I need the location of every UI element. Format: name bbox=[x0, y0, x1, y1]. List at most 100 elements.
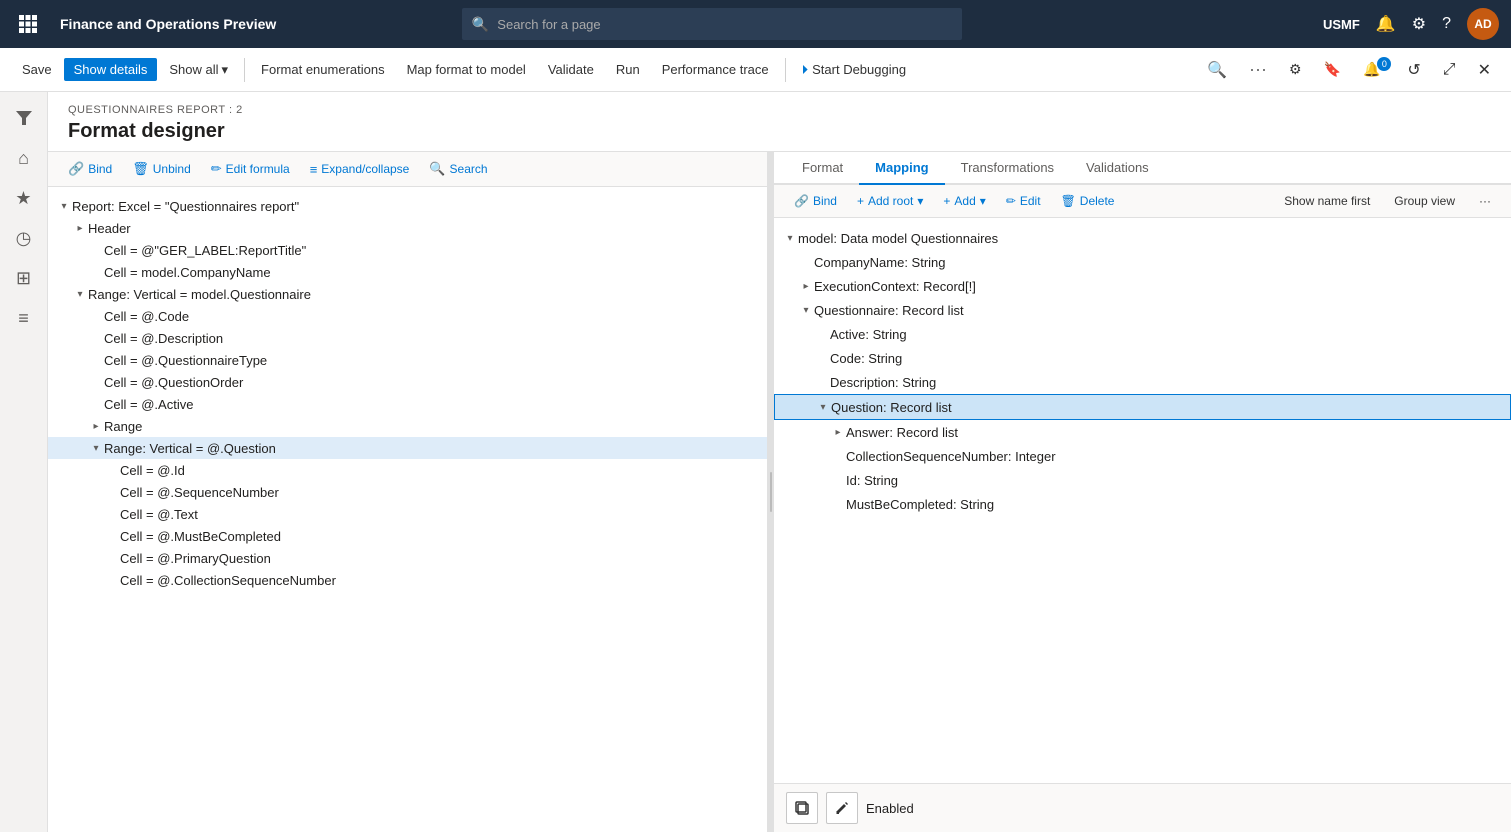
tree-item-root[interactable]: ▾Report: Excel = "Questionnaires report" bbox=[48, 195, 767, 217]
nav-grid-icon[interactable] bbox=[12, 8, 44, 40]
model-item-id-string[interactable]: Id: String bbox=[774, 468, 1511, 492]
sidebar-recent-icon[interactable]: ◷ bbox=[6, 220, 42, 256]
show-details-button[interactable]: Show details bbox=[64, 58, 158, 81]
tree-item-range-results-group[interactable]: ▸Range bbox=[48, 415, 767, 437]
model-item-active[interactable]: Active: String bbox=[774, 322, 1511, 346]
search-input[interactable] bbox=[497, 17, 952, 32]
tree-item-cell-report-title[interactable]: Cell = @"GER_LABEL:ReportTitle" bbox=[48, 239, 767, 261]
help-icon[interactable]: ? bbox=[1442, 15, 1451, 33]
sidebar-filter-icon[interactable] bbox=[6, 100, 42, 136]
model-item-answer[interactable]: ▸Answer: Record list bbox=[774, 420, 1511, 444]
tab-mapping[interactable]: Mapping bbox=[859, 152, 944, 185]
map-format-to-model-button[interactable]: Map format to model bbox=[397, 58, 536, 81]
bind-button[interactable]: 🔗 Bind bbox=[60, 158, 120, 180]
model-item-model-root[interactable]: ▾model: Data model Questionnaires bbox=[774, 226, 1511, 250]
format-enumerations-button[interactable]: Format enumerations bbox=[251, 58, 395, 81]
enabled-label: Enabled bbox=[866, 801, 914, 816]
expand-icon[interactable]: ▸ bbox=[88, 418, 104, 434]
tab-validations[interactable]: Validations bbox=[1070, 152, 1165, 185]
model-bind-button[interactable]: 🔗 Bind bbox=[786, 191, 845, 211]
more-options-button[interactable]: ··· bbox=[1471, 191, 1499, 211]
tree-item-cell-id[interactable]: Cell = @.Id bbox=[48, 459, 767, 481]
user-avatar[interactable]: AD bbox=[1467, 8, 1499, 40]
tree-item-range-question[interactable]: ▾Range: Vertical = @.Question bbox=[48, 437, 767, 459]
tree-item-cell-sequence-number[interactable]: Cell = @.SequenceNumber bbox=[48, 481, 767, 503]
model-expand-icon[interactable]: ▸ bbox=[798, 278, 814, 294]
sidebar-workspaces-icon[interactable]: ⊞ bbox=[6, 260, 42, 296]
tree-item-cell-text[interactable]: Cell = @.Text bbox=[48, 503, 767, 525]
delete-button[interactable]: 🗑 Delete bbox=[1053, 191, 1123, 211]
model-item-description[interactable]: Description: String bbox=[774, 370, 1511, 394]
expand-icon[interactable]: ▾ bbox=[72, 286, 88, 302]
toolbar-bookmark-button[interactable]: 🔖 bbox=[1316, 57, 1349, 82]
debug-icon: ⏵ bbox=[802, 62, 809, 78]
expand-collapse-icon: ≡ bbox=[310, 162, 318, 177]
edit-bottom-button[interactable] bbox=[826, 792, 858, 824]
toolbar-expand-button[interactable]: ⤢ bbox=[1435, 57, 1464, 83]
toolbar-settings-button[interactable]: ⚙ bbox=[1281, 57, 1310, 82]
notification-icon[interactable]: 🔔 bbox=[1376, 14, 1396, 34]
model-expand-icon[interactable]: ▾ bbox=[798, 302, 814, 318]
sidebar-favorites-icon[interactable]: ★ bbox=[6, 180, 42, 216]
model-expand-icon[interactable]: ▸ bbox=[830, 424, 846, 440]
performance-trace-button[interactable]: Performance trace bbox=[652, 58, 779, 81]
add-button[interactable]: + Add ▾ bbox=[935, 191, 993, 211]
model-item-collection-seq[interactable]: CollectionSequenceNumber: Integer bbox=[774, 444, 1511, 468]
model-expand-icon[interactable]: ▾ bbox=[815, 399, 831, 415]
save-button[interactable]: Save bbox=[12, 58, 62, 81]
model-item-question-record-list[interactable]: ▾Question: Record list bbox=[774, 394, 1511, 420]
toolbar-separator-1 bbox=[244, 58, 245, 82]
model-item-code[interactable]: Code: String bbox=[774, 346, 1511, 370]
toolbar-search-button[interactable]: 🔍 bbox=[1199, 56, 1235, 84]
tree-item-cell-must-be-completed[interactable]: Cell = @.MustBeCompleted bbox=[48, 525, 767, 547]
edit-button[interactable]: ✏ Edit bbox=[998, 191, 1049, 211]
sidebar-home-icon[interactable]: ⌂ bbox=[6, 140, 42, 176]
tree-item-cell-active[interactable]: Cell = @.Active bbox=[48, 393, 767, 415]
toolbar-refresh-button[interactable]: ↺ bbox=[1399, 56, 1428, 84]
group-view-button[interactable]: Group view bbox=[1386, 191, 1463, 211]
tree-item-cell-code[interactable]: Cell = @.Code bbox=[48, 305, 767, 327]
tree-item-cell-company-name[interactable]: Cell = model.CompanyName bbox=[48, 261, 767, 283]
model-item-execution-context[interactable]: ▸ExecutionContext: Record[!] bbox=[774, 274, 1511, 298]
search-icon: 🔍 bbox=[429, 161, 445, 177]
show-all-button[interactable]: Show all ▾ bbox=[159, 58, 238, 82]
tree-item-cell-description[interactable]: Cell = @.Description bbox=[48, 327, 767, 349]
expand-icon[interactable]: ▾ bbox=[56, 198, 72, 214]
tree-item-text: Range: Vertical = @.Question bbox=[104, 441, 759, 456]
toolbar-badge-button[interactable]: 🔔0 bbox=[1355, 57, 1393, 82]
tree-item-cell-question-order[interactable]: Cell = @.QuestionOrder bbox=[48, 371, 767, 393]
toolbar-close-button[interactable]: ✕ bbox=[1470, 56, 1499, 84]
toolbar-more-button[interactable]: ··· bbox=[1241, 55, 1275, 84]
add-root-button[interactable]: + Add root ▾ bbox=[849, 191, 931, 211]
global-search[interactable]: 🔍 bbox=[462, 8, 962, 40]
tree-item-range-questionnaire[interactable]: ▾Range: Vertical = model.Questionnaire bbox=[48, 283, 767, 305]
search-button[interactable]: 🔍 Search bbox=[421, 158, 495, 180]
model-item-company-name[interactable]: CompanyName: String bbox=[774, 250, 1511, 274]
edit-formula-button[interactable]: ✏ Edit formula bbox=[203, 158, 298, 180]
tab-format[interactable]: Format bbox=[786, 152, 859, 185]
settings-icon[interactable]: ⚙ bbox=[1412, 14, 1426, 34]
app-title: Finance and Operations Preview bbox=[60, 16, 276, 32]
tree-item-header[interactable]: ▸Header bbox=[48, 217, 767, 239]
sidebar-modules-icon[interactable]: ≡ bbox=[6, 300, 42, 336]
model-expand-icon[interactable]: ▾ bbox=[782, 230, 798, 246]
expand-icon[interactable]: ▸ bbox=[72, 220, 88, 236]
tree-item-cell-primary-question[interactable]: Cell = @.PrimaryQuestion bbox=[48, 547, 767, 569]
show-name-first-button[interactable]: Show name first bbox=[1276, 191, 1378, 211]
tree-item-cell-collection-sequence[interactable]: Cell = @.CollectionSequenceNumber bbox=[48, 569, 767, 591]
expand-icon[interactable]: ▾ bbox=[88, 440, 104, 456]
model-item-must-be-completed[interactable]: MustBeCompleted: String bbox=[774, 492, 1511, 516]
validate-button[interactable]: Validate bbox=[538, 58, 604, 81]
model-item-questionnaire[interactable]: ▾Questionnaire: Record list bbox=[774, 298, 1511, 322]
tree-item-text: Cell = @.QuestionOrder bbox=[104, 375, 759, 390]
expand-collapse-button[interactable]: ≡ Expand/collapse bbox=[302, 159, 418, 180]
run-button[interactable]: Run bbox=[606, 58, 650, 81]
tree-item-cell-questionnaire-type[interactable]: Cell = @.QuestionnaireType bbox=[48, 349, 767, 371]
model-item-text: Question: Record list bbox=[831, 400, 1502, 415]
copy-bottom-button[interactable] bbox=[786, 792, 818, 824]
top-nav-right-section: USMF 🔔 ⚙ ? AD bbox=[1323, 8, 1499, 40]
unbind-button[interactable]: 🗑 Unbind bbox=[124, 158, 199, 180]
tab-transformations[interactable]: Transformations bbox=[945, 152, 1070, 185]
tree-item-text: Cell = @.Text bbox=[120, 507, 759, 522]
start-debugging-button[interactable]: ⏵ Start Debugging bbox=[792, 58, 916, 82]
